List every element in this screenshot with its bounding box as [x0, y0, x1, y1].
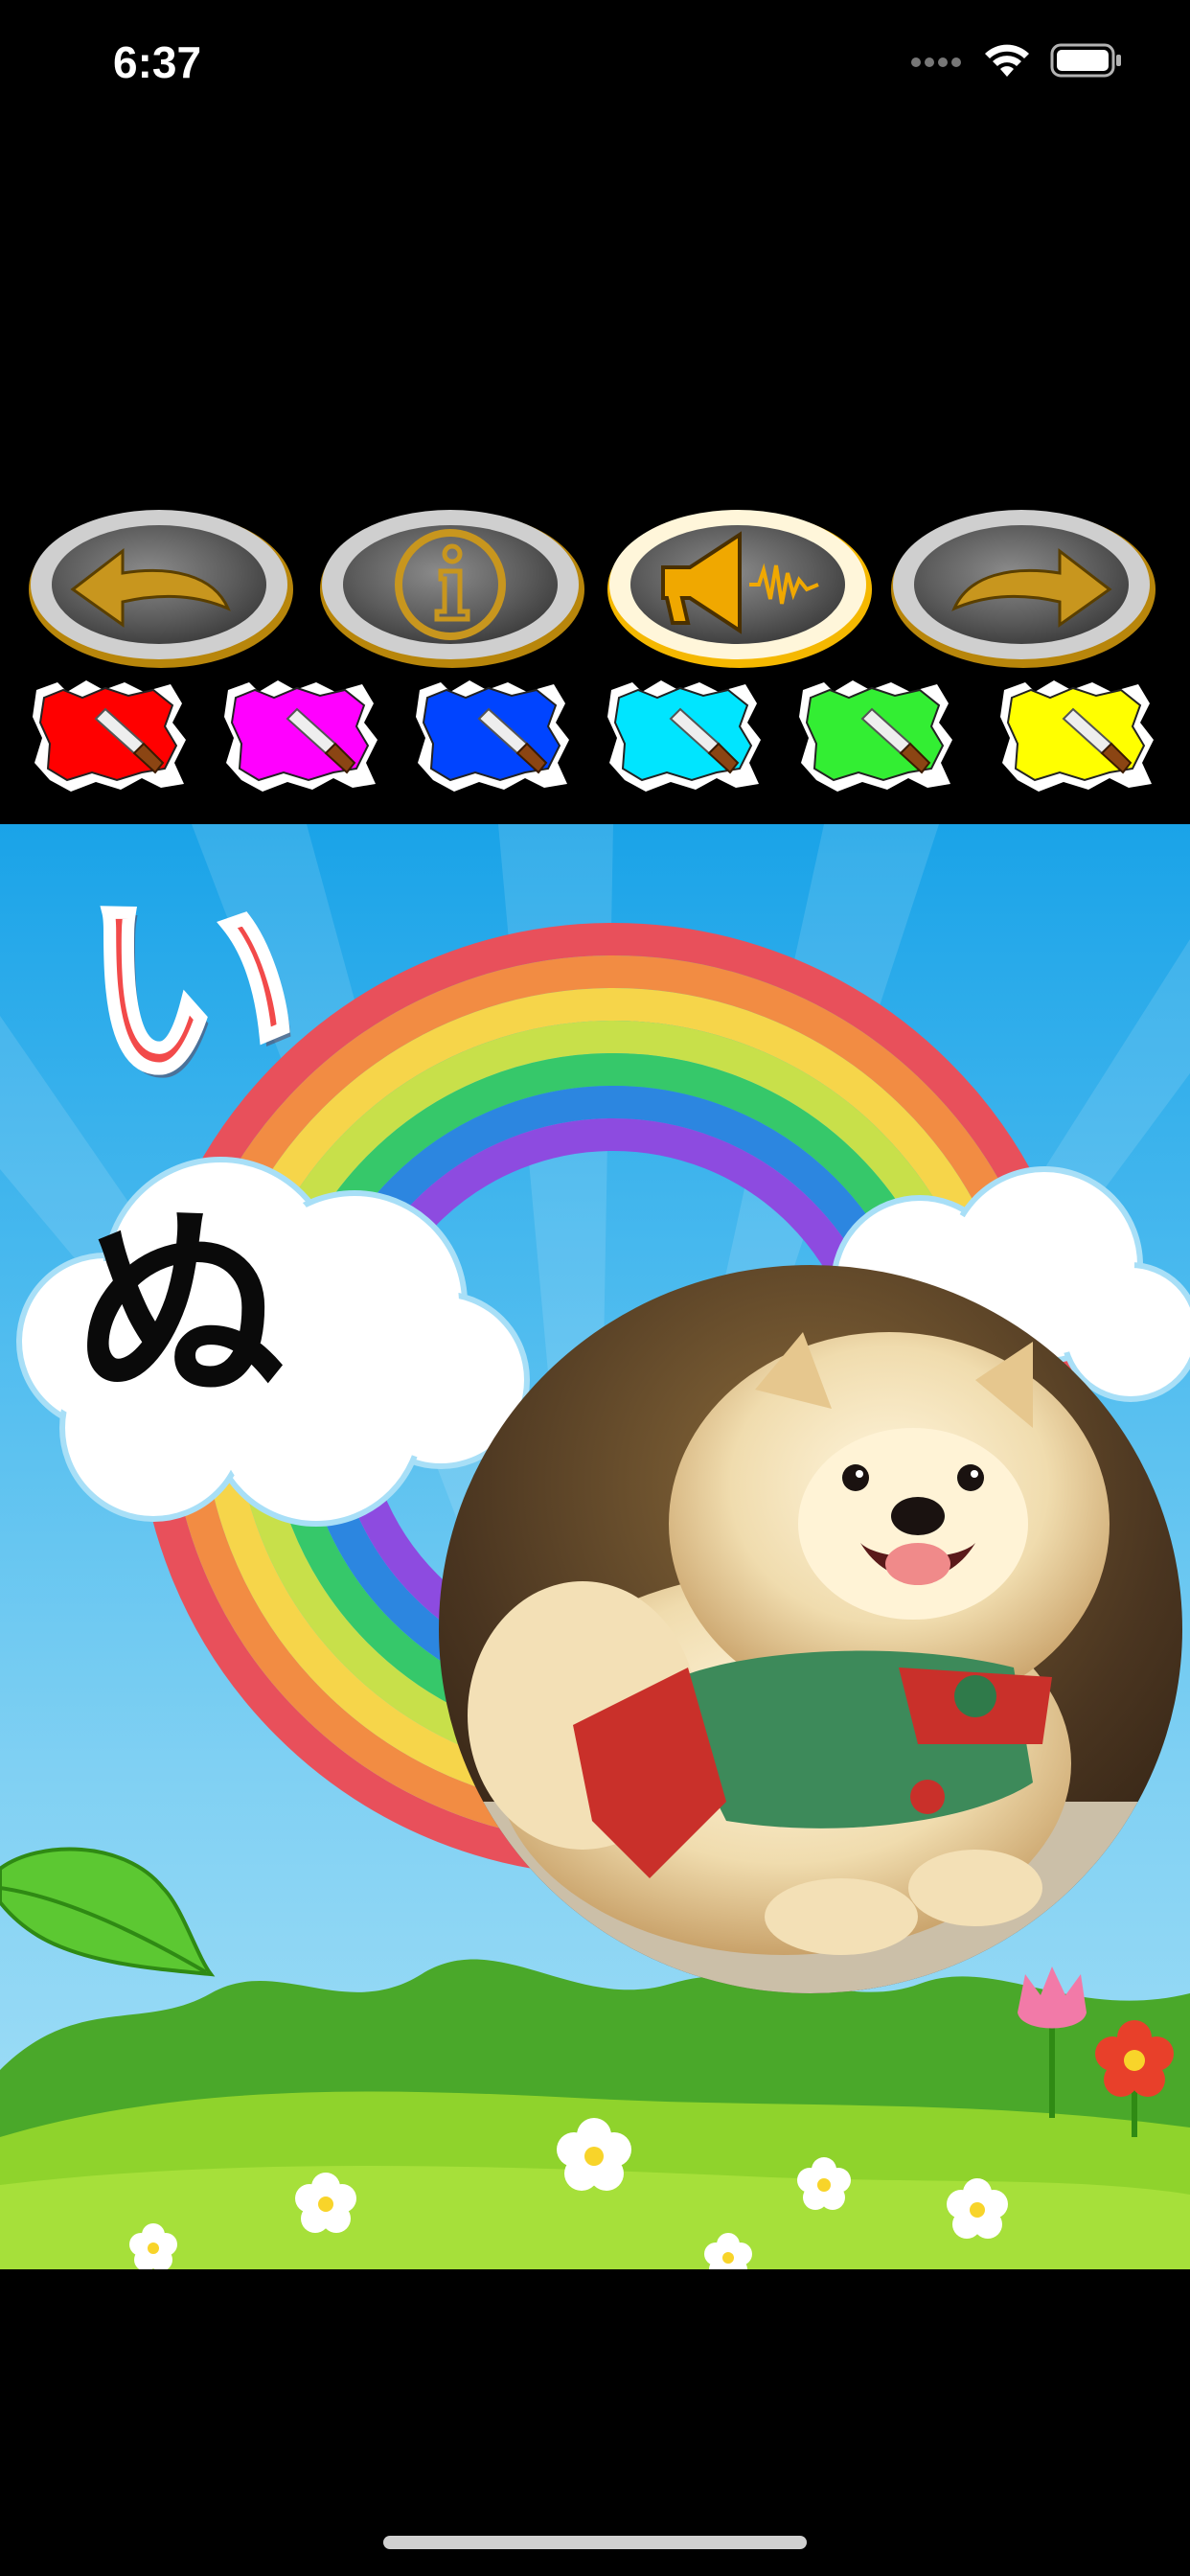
- paint-brush-icon: [33, 680, 186, 792]
- sound-button[interactable]: [606, 498, 874, 671]
- paint-palette: [0, 677, 1190, 801]
- paint-red-button[interactable]: [29, 677, 190, 795]
- battery-icon: [1050, 43, 1121, 78]
- info-icon: [320, 510, 584, 668]
- status-bar: 6:37: [0, 0, 1190, 134]
- pomeranian-dog-image: [439, 1265, 1182, 1993]
- toolbar: [0, 498, 1190, 671]
- paint-cyan-button[interactable]: [604, 677, 765, 795]
- kana-bottom: ぬ: [75, 1185, 286, 1431]
- info-button[interactable]: [318, 498, 586, 671]
- paint-brush-icon: [224, 680, 378, 792]
- paint-brush-icon: [416, 680, 569, 792]
- dog-photo: [439, 1265, 1182, 1993]
- wifi-icon: [985, 44, 1029, 77]
- megaphone-icon: [607, 510, 872, 668]
- status-icons: [910, 42, 1123, 79]
- paint-brush-icon: [1000, 680, 1154, 792]
- coloring-card[interactable]: い ぬ: [0, 824, 1190, 2269]
- paint-brush-icon: [607, 680, 761, 792]
- arrow-left-icon: [29, 510, 293, 668]
- forward-button[interactable]: [889, 498, 1157, 671]
- paint-brush-icon: [799, 680, 952, 792]
- paint-yellow-button[interactable]: [996, 677, 1157, 795]
- arrow-right-icon: [891, 510, 1156, 668]
- kana-top: い: [78, 863, 304, 1119]
- green-hills: [0, 1959, 1190, 2269]
- paint-magenta-button[interactable]: [220, 677, 381, 795]
- home-indicator[interactable]: [383, 2536, 807, 2549]
- back-button[interactable]: [27, 498, 295, 671]
- paint-green-button[interactable]: [795, 677, 956, 795]
- paint-blue-button[interactable]: [412, 677, 573, 795]
- cellular-signal-icon: [911, 58, 961, 67]
- status-time: 6:37: [113, 37, 202, 87]
